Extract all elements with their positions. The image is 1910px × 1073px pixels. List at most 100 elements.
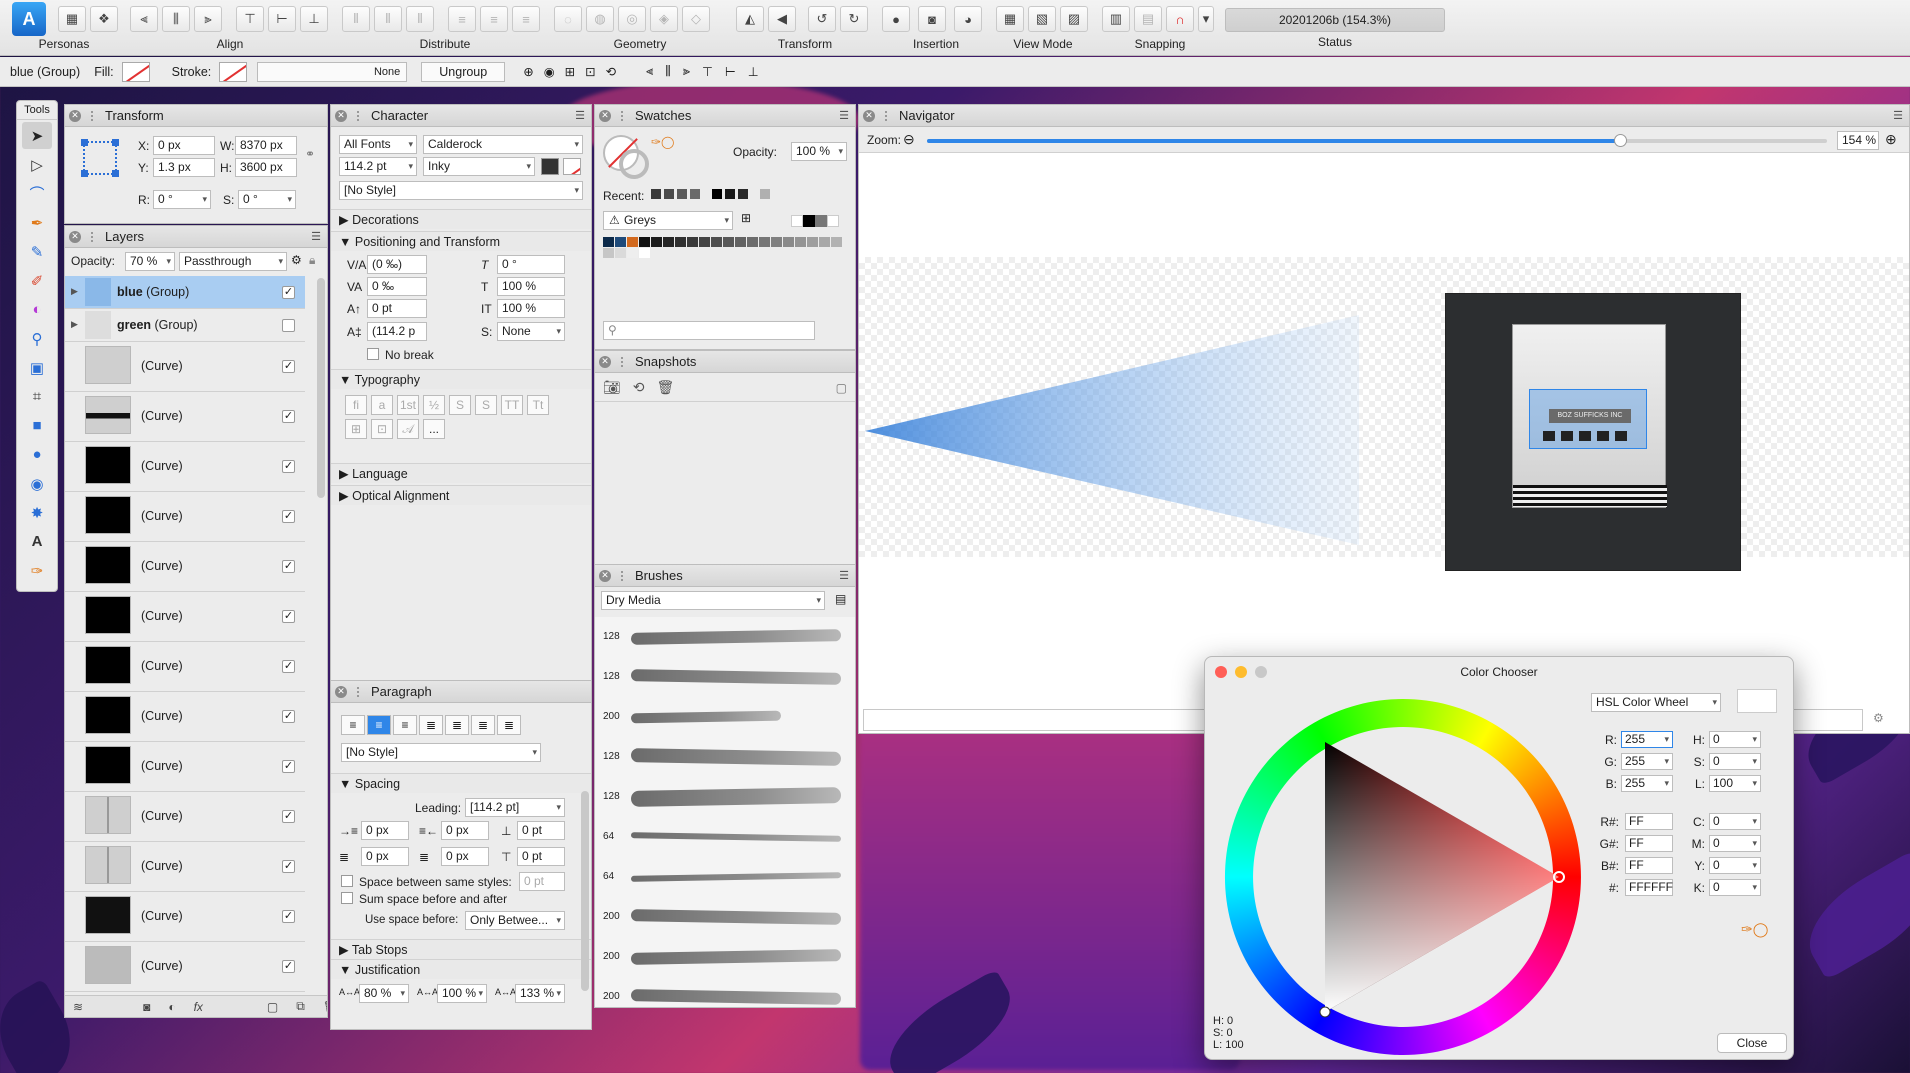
- flip-horizontal-icon[interactable]: ◭: [736, 6, 764, 32]
- mask-icon[interactable]: ◙: [143, 1000, 150, 1014]
- eyedropper-icon[interactable]: ✑◯: [651, 135, 674, 149]
- qalign-middle-icon[interactable]: ⊢: [725, 64, 736, 79]
- layer-visibility-checkbox[interactable]: ✓: [282, 810, 295, 823]
- recent-swatch[interactable]: [677, 189, 687, 199]
- cc-eyedropper-icon[interactable]: ✑◯: [1741, 921, 1768, 938]
- fx-icon[interactable]: fx: [194, 1000, 203, 1014]
- layers-stack-icon[interactable]: ≋: [73, 1000, 83, 1014]
- ellipse-tool-icon[interactable]: ●: [22, 441, 52, 468]
- justify-left-icon[interactable]: ≣: [419, 715, 443, 735]
- select-icon[interactable]: ⊡: [585, 64, 595, 79]
- snapping-magnet-icon[interactable]: ∩: [1166, 6, 1194, 32]
- recent-swatch[interactable]: [664, 189, 674, 199]
- fraction-icon[interactable]: ½: [423, 395, 445, 415]
- space-before-field[interactable]: 0 pt: [517, 821, 565, 840]
- letter-spacing-field[interactable]: 100 %: [437, 984, 487, 1003]
- stroke-width-slider[interactable]: None: [257, 61, 408, 82]
- panel-menu-icon[interactable]: ☰: [839, 569, 849, 582]
- superscript-select[interactable]: None: [497, 322, 565, 341]
- zoom-out-icon[interactable]: ⊖: [903, 131, 915, 148]
- rotate-left-icon[interactable]: ↺: [808, 6, 836, 32]
- tracking-field[interactable]: 0 ‰: [367, 277, 427, 296]
- grip-icon[interactable]: [357, 686, 363, 697]
- grip-icon[interactable]: [91, 231, 97, 242]
- palette-swatch[interactable]: [651, 237, 662, 247]
- close-button[interactable]: Close: [1717, 1033, 1787, 1053]
- layer-visibility-checkbox[interactable]: ✓: [282, 286, 295, 299]
- distribute-center-icon[interactable]: ⫴: [374, 6, 402, 32]
- palette-swatch[interactable]: [615, 248, 626, 258]
- b-field[interactable]: 255: [1621, 775, 1673, 792]
- superior-icon[interactable]: S: [449, 395, 471, 415]
- align-left-icon[interactable]: ⫷: [130, 6, 158, 32]
- vector-brush-icon[interactable]: ✐: [22, 267, 52, 294]
- gear-icon[interactable]: ⚙: [291, 253, 302, 267]
- brush-row[interactable]: 128: [595, 657, 855, 697]
- pencil-tool-icon[interactable]: ✎: [22, 238, 52, 265]
- move-tool-icon[interactable]: ➤: [22, 122, 52, 149]
- close-icon[interactable]: ✕: [335, 109, 347, 122]
- xor-geometry-icon[interactable]: ◈: [650, 6, 678, 32]
- layer-visibility-checkbox[interactable]: [282, 319, 295, 332]
- palette-swatch[interactable]: [723, 237, 734, 247]
- node-tool-icon[interactable]: ▷: [22, 151, 52, 178]
- designer-persona-icon[interactable]: A: [12, 2, 46, 36]
- grip-icon[interactable]: [621, 570, 627, 581]
- palette-swatch[interactable]: [831, 237, 842, 247]
- delete-snapshot-icon[interactable]: 🗑︎: [657, 379, 675, 396]
- layer-row[interactable]: (Curve) ✓: [65, 842, 305, 892]
- expand-icon[interactable]: ▶: [71, 319, 78, 330]
- palette-swatch[interactable]: [759, 237, 770, 247]
- more-typography-button[interactable]: ...: [423, 419, 445, 439]
- panel-menu-icon[interactable]: ☰: [311, 230, 321, 243]
- corner-tool-icon[interactable]: ⌒: [22, 180, 52, 207]
- close-icon[interactable]: ✕: [863, 109, 875, 122]
- palette-grid-icon[interactable]: ⊞: [741, 211, 751, 225]
- brush-row[interactable]: 200: [595, 977, 855, 1007]
- kerning-field[interactable]: (0 ‰): [367, 255, 427, 274]
- c-field[interactable]: 0: [1709, 813, 1761, 830]
- add-snapshot-icon[interactable]: 📷︎: [603, 379, 621, 396]
- panel-menu-icon[interactable]: ☰: [839, 109, 849, 122]
- swatch-search-input[interactable]: ⚲: [603, 321, 815, 340]
- scale-x-field[interactable]: 100 %: [497, 277, 565, 296]
- align-center-icon[interactable]: ⫼: [162, 6, 190, 32]
- leading-small-field[interactable]: (114.2 p: [367, 322, 427, 341]
- flip-vertical-icon[interactable]: ◀: [768, 6, 796, 32]
- distribute-vertical-icon[interactable]: ≡: [448, 6, 476, 32]
- layer-visibility-checkbox[interactable]: ✓: [282, 410, 295, 423]
- align-top-icon[interactable]: ⊤: [236, 6, 264, 32]
- distribute-horizontal-icon[interactable]: ⫴: [342, 6, 370, 32]
- pen-tool-icon[interactable]: ✒: [22, 209, 52, 236]
- snapshot-options-icon[interactable]: ▢: [836, 381, 847, 395]
- text-tool-icon[interactable]: A: [22, 528, 52, 555]
- m-field[interactable]: 0: [1709, 835, 1761, 852]
- add-layer-icon[interactable]: ▢: [267, 1000, 278, 1014]
- snapping-grid-icon[interactable]: ▥: [1102, 6, 1130, 32]
- rotation-field[interactable]: 0 °: [153, 190, 211, 209]
- star-tool-icon[interactable]: ✸: [22, 499, 52, 526]
- insert-behind-icon[interactable]: ●: [882, 6, 910, 32]
- brush-category-select[interactable]: Dry Media: [601, 591, 825, 610]
- close-icon[interactable]: ✕: [69, 230, 81, 243]
- duplicate-layer-icon[interactable]: ⧉: [296, 999, 305, 1014]
- anchor-grid-icon[interactable]: [81, 139, 119, 177]
- layer-visibility-checkbox[interactable]: ✓: [282, 710, 295, 723]
- ungroup-button[interactable]: Ungroup: [421, 61, 506, 82]
- palette-swatch[interactable]: [627, 248, 638, 258]
- palette-swatch[interactable]: [699, 237, 710, 247]
- snapping-options-icon[interactable]: ▤: [1134, 6, 1162, 32]
- qalign-right-icon[interactable]: ⫸: [683, 64, 690, 79]
- r-field[interactable]: 255: [1621, 731, 1673, 748]
- brush-row[interactable]: 128: [595, 737, 855, 777]
- brush-row[interactable]: 200: [595, 897, 855, 937]
- palette-swatch[interactable]: [711, 237, 722, 247]
- shear-field[interactable]: 0 °: [238, 190, 296, 209]
- palette-swatch[interactable]: [615, 237, 626, 247]
- recent-swatch[interactable]: [712, 189, 722, 199]
- layer-group-row[interactable]: ▶ blue (Group) ✓: [65, 276, 305, 309]
- ligature-icon[interactable]: fi: [345, 395, 367, 415]
- h-field[interactable]: 0: [1709, 731, 1761, 748]
- stroke-swatch[interactable]: [219, 61, 248, 82]
- layer-visibility-checkbox[interactable]: ✓: [282, 960, 295, 973]
